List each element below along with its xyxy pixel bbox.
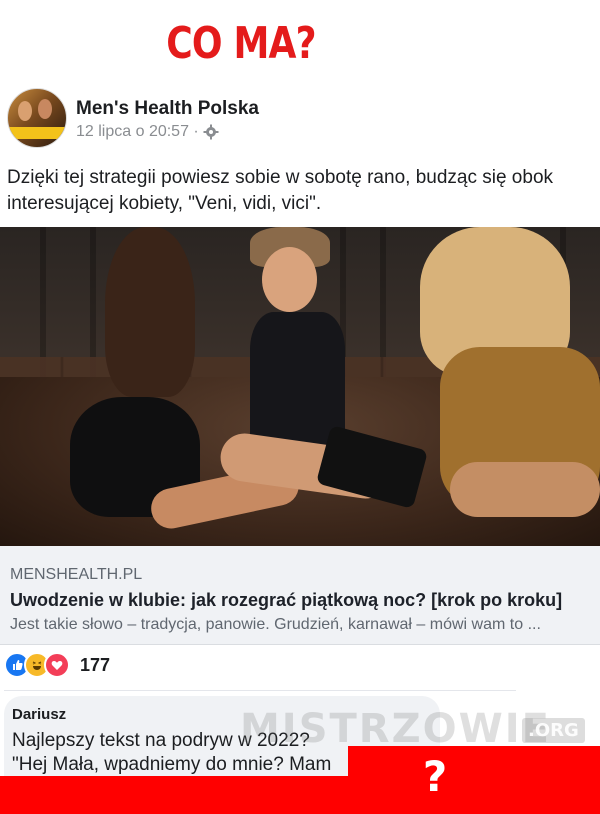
post-text: Dzięki tej strategii powiesz sobie w sob… (7, 167, 554, 214)
question-mark: ? (422, 752, 448, 801)
reaction-count: 177 (80, 654, 111, 675)
censor-bar (348, 746, 600, 776)
censor-bar (0, 776, 600, 814)
post-timestamp[interactable]: 12 lipca o 20:57 · (76, 123, 199, 141)
post-meta: 12 lipca o 20:57 · (76, 123, 219, 141)
link-title[interactable]: Uwodzenie w klubie: jak rozegrać piątkow… (10, 590, 562, 611)
love-icon (44, 652, 70, 678)
comment-text-line: "Hej Mała, wpadniemy do mnie? Mam (12, 754, 332, 775)
page-avatar[interactable] (7, 88, 67, 148)
link-domain: MENSHEALTH.PL (10, 566, 143, 583)
site-watermark-suffix: .ORG (522, 718, 585, 743)
post-header: Men's Health Polska 12 lipca o 20:57 · (7, 88, 597, 152)
link-preview-image[interactable] (0, 227, 600, 546)
gear-icon (203, 124, 219, 140)
comment-author[interactable]: Dariusz (12, 706, 66, 723)
meme-headline: CO MA? (166, 18, 316, 69)
page-name-link[interactable]: Men's Health Polska (76, 98, 259, 120)
reactions-summary[interactable]: 177 (4, 652, 110, 678)
link-preview-card[interactable]: MENSHEALTH.PL Uwodzenie w klubie: jak ro… (0, 546, 600, 645)
divider (4, 690, 516, 691)
link-description: Jest takie słowo – tradycja, panowie. Gr… (10, 616, 541, 633)
